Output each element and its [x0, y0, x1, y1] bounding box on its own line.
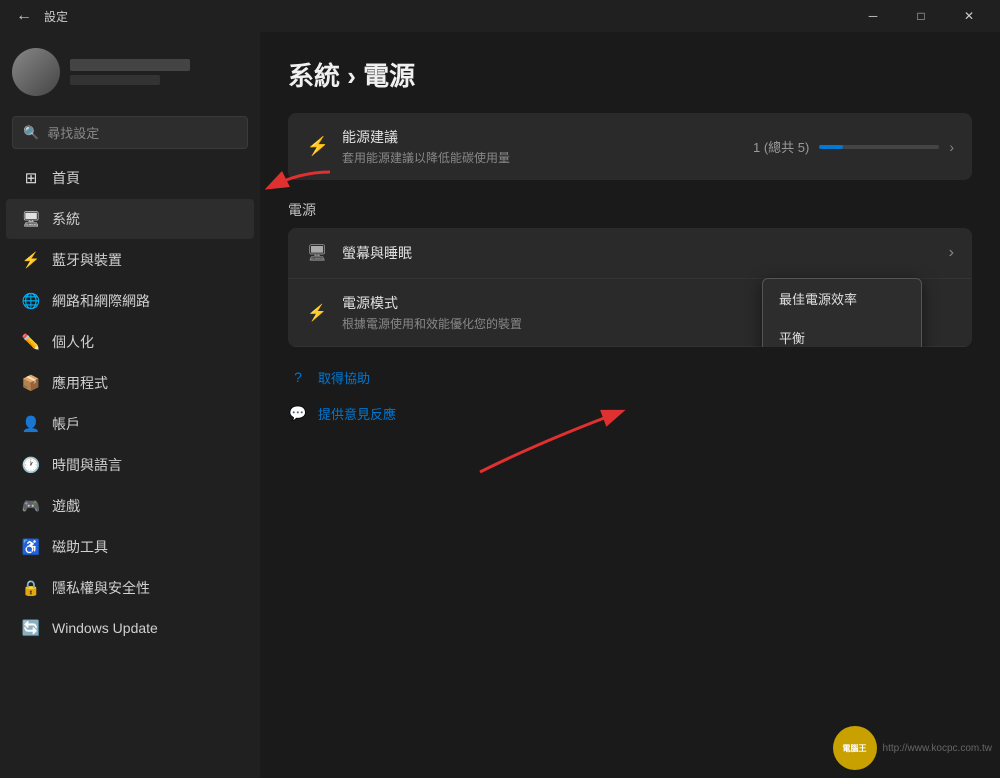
- sidebar-item-bluetooth-label: 藍牙與裝置: [52, 250, 122, 270]
- sidebar-item-personalization-label: 個人化: [52, 332, 94, 352]
- page-title: 系統 › 電源: [288, 56, 972, 93]
- minimize-button[interactable]: ─: [850, 0, 896, 32]
- energy-recommendation-banner[interactable]: ⚡ 能源建議 套用能源建議以降低能碳使用量 1 (總共 5) ›: [288, 113, 972, 180]
- sidebar-item-home[interactable]: ⊞ 首頁: [6, 158, 254, 198]
- sidebar-item-time-label: 時間與語言: [52, 455, 122, 475]
- privacy-icon: 🔒: [22, 579, 40, 597]
- search-box[interactable]: 🔍 尋找設定: [12, 116, 248, 149]
- energy-icon: ⚡: [306, 135, 330, 159]
- sidebar: 🔍 尋找設定 ⊞ 首頁 🖥 系統 ⚡ 藍牙與裝置 🌐 網路和網際網路: [0, 32, 260, 778]
- sidebar-nav: ⊞ 首頁 🖥 系統 ⚡ 藍牙與裝置 🌐 網路和網際網路 ✏️ 個人化 📦 應用: [0, 157, 260, 648]
- titlebar-title: 設定: [44, 8, 68, 25]
- dropdown-item-best-power-label: 最佳電源效率: [779, 289, 857, 308]
- personalization-icon: ✏️: [22, 333, 40, 351]
- sidebar-item-accounts-label: 帳戶: [52, 414, 80, 434]
- user-profile: [0, 32, 260, 112]
- sidebar-item-gaming-label: 遊戲: [52, 496, 80, 516]
- search-input[interactable]: 尋找設定: [47, 123, 237, 142]
- sidebar-item-gaming[interactable]: 🎮 遊戲: [6, 486, 254, 526]
- sidebar-item-home-label: 首頁: [52, 168, 80, 188]
- sidebar-item-personalization[interactable]: ✏️ 個人化: [6, 322, 254, 362]
- user-sub-bar: [70, 75, 160, 85]
- watermark-logo: 電腦王: [833, 726, 877, 770]
- sidebar-item-apps[interactable]: 📦 應用程式: [6, 363, 254, 403]
- power-mode-dropdown: 最佳電源效率 平衡 最佳效能: [762, 278, 922, 347]
- apps-icon: 📦: [22, 374, 40, 392]
- footer-link-feedback-label: 提供意見反應: [318, 404, 396, 423]
- titlebar-left: ← 設定: [12, 7, 68, 25]
- sidebar-item-privacy-label: 隱私權與安全性: [52, 578, 150, 598]
- power-section-label: 電源: [288, 200, 972, 220]
- footer-links: ? 取得協助 💬 提供意見反應: [288, 363, 972, 427]
- home-icon: ⊞: [22, 169, 40, 187]
- accessibility-icon: ♿: [22, 538, 40, 556]
- feedback-icon: 💬: [288, 403, 308, 423]
- sidebar-item-system-label: 系統: [52, 209, 80, 229]
- bluetooth-icon: ⚡: [22, 251, 40, 269]
- sidebar-item-time[interactable]: 🕐 時間與語言: [6, 445, 254, 485]
- sidebar-item-apps-label: 應用程式: [52, 373, 108, 393]
- main-content: 系統 › 電源 ⚡ 能源建議 套用能源建議以降低能碳使用量 1 (總共 5) ›…: [260, 32, 1000, 778]
- power-mode-icon: ⚡: [306, 302, 328, 324]
- footer-link-help-label: 取得協助: [318, 368, 370, 387]
- dropdown-item-balanced-label: 平衡: [779, 328, 805, 347]
- gaming-icon: 🎮: [22, 497, 40, 515]
- sidebar-item-accessibility-label: 磁助工具: [52, 537, 108, 557]
- network-icon: 🌐: [22, 292, 40, 310]
- energy-text: 能源建議 套用能源建議以降低能碳使用量: [342, 127, 741, 166]
- search-container: 🔍 尋找設定: [0, 112, 260, 157]
- titlebar: ← 設定 ─ □ ✕: [0, 0, 1000, 32]
- energy-progress-bar: [819, 145, 939, 149]
- chevron-right-screen: ›: [949, 244, 954, 262]
- sidebar-item-accounts[interactable]: 👤 帳戶: [6, 404, 254, 444]
- close-button[interactable]: ✕: [946, 0, 992, 32]
- chevron-right-icon: ›: [949, 139, 954, 155]
- dropdown-item-balanced[interactable]: 平衡: [763, 318, 921, 347]
- setting-item-screen-sleep[interactable]: 🖥 螢幕與睡眠 ›: [288, 228, 972, 279]
- avatar: [12, 48, 60, 96]
- maximize-button[interactable]: □: [898, 0, 944, 32]
- settings-group: 🖥 螢幕與睡眠 › ⚡ 電源模式 根據電源使用和效能優化您的裝置 最: [288, 228, 972, 347]
- back-button[interactable]: ←: [12, 7, 36, 25]
- footer-link-feedback[interactable]: 💬 提供意見反應: [288, 399, 972, 427]
- sidebar-item-system[interactable]: 🖥 系統: [6, 199, 254, 239]
- energy-count: 1 (總共 5): [753, 137, 809, 156]
- windows-update-icon: 🔄: [22, 619, 40, 637]
- screen-sleep-right: ›: [949, 244, 954, 262]
- watermark-url: http://www.kocpc.com.tw: [883, 743, 992, 754]
- system-icon: 🖥: [22, 210, 40, 228]
- app-body: 🔍 尋找設定 ⊞ 首頁 🖥 系統 ⚡ 藍牙與裝置 🌐 網路和網際網路: [0, 32, 1000, 778]
- sidebar-item-privacy[interactable]: 🔒 隱私權與安全性: [6, 568, 254, 608]
- sidebar-item-network-label: 網路和網際網路: [52, 291, 150, 311]
- help-icon: ?: [288, 367, 308, 387]
- energy-right: 1 (總共 5) ›: [753, 137, 954, 156]
- watermark-logo-text: 電腦王: [843, 743, 867, 754]
- dropdown-item-best-power[interactable]: 最佳電源效率: [763, 279, 921, 318]
- time-icon: 🕐: [22, 456, 40, 474]
- avatar-image: [12, 48, 60, 96]
- accounts-icon: 👤: [22, 415, 40, 433]
- screen-sleep-title: 螢幕與睡眠: [342, 243, 935, 263]
- sidebar-item-network[interactable]: 🌐 網路和網際網路: [6, 281, 254, 321]
- user-info: [70, 59, 190, 85]
- footer-link-help[interactable]: ? 取得協助: [288, 363, 972, 391]
- energy-subtitle: 套用能源建議以降低能碳使用量: [342, 149, 741, 166]
- screen-sleep-icon: 🖥: [306, 242, 328, 264]
- sidebar-item-windows-update[interactable]: 🔄 Windows Update: [6, 609, 254, 647]
- search-icon: 🔍: [23, 125, 39, 141]
- sidebar-item-bluetooth[interactable]: ⚡ 藍牙與裝置: [6, 240, 254, 280]
- titlebar-controls: ─ □ ✕: [850, 0, 992, 32]
- sidebar-item-windows-update-label: Windows Update: [52, 620, 158, 636]
- energy-progress-fill: [819, 145, 843, 149]
- sidebar-item-accessibility[interactable]: ♿ 磁助工具: [6, 527, 254, 567]
- watermark: 電腦王 http://www.kocpc.com.tw: [833, 726, 992, 770]
- energy-title: 能源建議: [342, 127, 741, 147]
- screen-sleep-text: 螢幕與睡眠: [342, 243, 935, 263]
- user-name-bar: [70, 59, 190, 71]
